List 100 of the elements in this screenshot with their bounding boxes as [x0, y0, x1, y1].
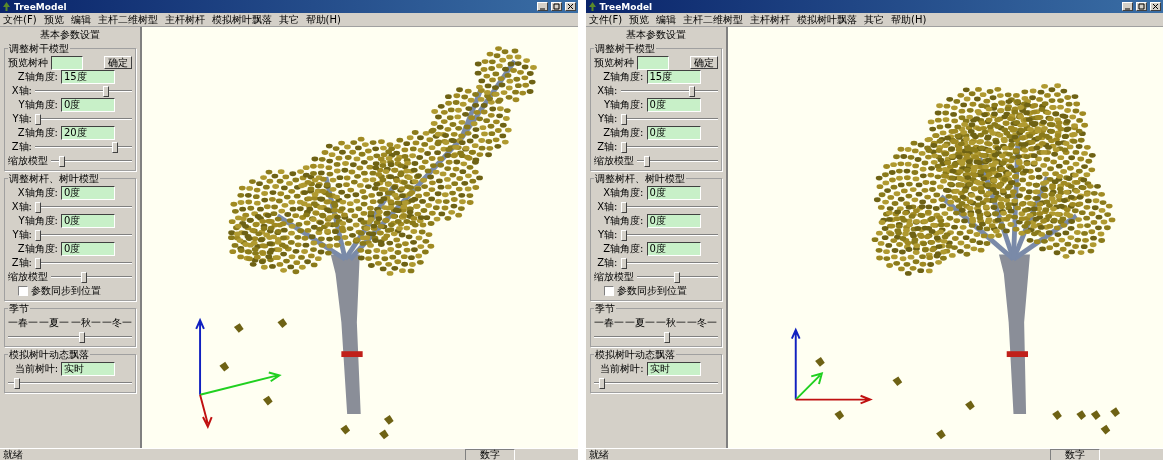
menu-item[interactable]: 主杆树杆	[750, 13, 791, 26]
slider-thumb[interactable]	[35, 201, 41, 213]
menu-item[interactable]: 模拟树叶飘落	[211, 13, 272, 26]
group-title: 季节	[593, 303, 616, 315]
group-title: 模拟树叶动态飘落	[8, 349, 90, 361]
slider-thumb[interactable]	[664, 331, 671, 343]
menu-item[interactable]: 主杆二维树型	[683, 13, 744, 26]
close-button[interactable]	[564, 2, 576, 11]
slider-thumb[interactable]	[620, 257, 627, 269]
slider-track[interactable]	[35, 229, 132, 240]
slider-thumb[interactable]	[35, 229, 41, 241]
slider-thumb[interactable]	[599, 377, 606, 389]
maximize-button[interactable]	[1136, 2, 1147, 11]
input-field[interactable]	[51, 55, 83, 70]
slider-thumb[interactable]	[35, 257, 41, 269]
panel-heading: 基本参数设置	[624, 29, 687, 41]
status-text: 就绪	[3, 449, 24, 460]
slider-label: Y轴:	[597, 228, 618, 241]
group-title: 调整树干模型	[8, 43, 70, 55]
slider-thumb[interactable]	[688, 85, 695, 97]
input-field[interactable]: 0度	[646, 213, 701, 228]
close-button[interactable]	[1150, 2, 1161, 11]
slider-track[interactable]	[593, 331, 718, 342]
slider-track[interactable]	[8, 377, 132, 388]
input-field[interactable]: 0度	[61, 185, 115, 200]
slider-thumb[interactable]	[13, 377, 20, 389]
slider-track[interactable]	[620, 257, 718, 268]
menu-item[interactable]: 预览	[629, 13, 650, 26]
checkbox[interactable]	[603, 285, 614, 296]
minimize-button[interactable]	[1122, 2, 1133, 11]
slider-track[interactable]	[620, 141, 718, 152]
input-field[interactable]: 实时	[61, 361, 115, 376]
maximize-button[interactable]	[550, 2, 562, 11]
slider-thumb[interactable]	[620, 113, 627, 125]
slider-thumb[interactable]	[644, 155, 650, 167]
checkbox[interactable]	[18, 285, 28, 296]
menu-item[interactable]: 帮助(H)	[305, 13, 341, 26]
field-label: Z轴角度:	[16, 70, 58, 83]
slider-track[interactable]	[636, 155, 718, 166]
slider-label: Z轴:	[10, 256, 32, 269]
input-field[interactable]: 15度	[61, 69, 115, 84]
close-icon	[1151, 2, 1160, 11]
slider-track[interactable]	[35, 257, 132, 268]
input-field[interactable]: 0度	[646, 241, 701, 256]
slider-track[interactable]	[51, 155, 132, 166]
menu-item[interactable]: 其它	[278, 13, 299, 26]
menu-item[interactable]: 预览	[43, 13, 64, 26]
slider-track[interactable]	[35, 141, 132, 152]
menu-item[interactable]: 模拟树叶飘落	[797, 13, 858, 26]
slider-label: X轴:	[596, 84, 618, 97]
slider-thumb[interactable]	[103, 85, 110, 97]
menu-item[interactable]: 其它	[864, 13, 885, 26]
menu-item[interactable]: 帮助(H)	[891, 13, 927, 26]
input-field[interactable]: 0度	[646, 125, 701, 140]
slider-thumb[interactable]	[78, 331, 85, 343]
slider-thumb[interactable]	[620, 201, 627, 213]
minimize-button[interactable]	[536, 2, 548, 11]
input-field[interactable]: 0度	[646, 185, 701, 200]
slider-track[interactable]	[636, 271, 718, 282]
slider-thumb[interactable]	[58, 155, 65, 167]
slider-thumb[interactable]	[620, 141, 627, 153]
slider-thumb[interactable]	[620, 229, 627, 241]
close-icon	[565, 2, 575, 11]
slider-track[interactable]	[620, 85, 718, 96]
confirm-button[interactable]: 确定	[104, 56, 132, 69]
tick-label: 一冬一	[687, 316, 718, 329]
field-label: 当前树叶:	[13, 362, 58, 375]
input-field[interactable]: 0度	[61, 213, 115, 228]
confirm-button[interactable]: 确定	[689, 56, 718, 69]
slider-thumb[interactable]	[674, 271, 680, 283]
menu-item[interactable]: 文件(F)	[3, 13, 37, 26]
input-field[interactable]: 实时	[646, 361, 701, 376]
slider-label: X轴:	[596, 200, 618, 213]
slider-track[interactable]	[593, 377, 718, 388]
input-field[interactable]: 15度	[646, 69, 701, 84]
input-field[interactable]: 0度	[61, 97, 115, 112]
menu-item[interactable]: 主杆二维树型	[97, 13, 158, 26]
slider-thumb[interactable]	[112, 141, 119, 153]
input-field[interactable]: 20度	[61, 125, 115, 140]
input-field[interactable]: 0度	[61, 241, 115, 256]
slider-thumb[interactable]	[81, 271, 87, 283]
slider-track[interactable]	[8, 331, 132, 342]
window-title: TreeModel	[599, 1, 654, 12]
field-label: Y轴角度:	[17, 214, 58, 227]
menu-item[interactable]: 主杆树杆	[164, 13, 205, 26]
slider-thumb[interactable]	[35, 113, 41, 125]
slider-label: Y轴:	[11, 112, 32, 125]
menu-item[interactable]: 文件(F)	[588, 13, 623, 26]
menu-item[interactable]: 编辑	[70, 13, 91, 26]
slider-track[interactable]	[620, 229, 718, 240]
slider-label: Y轴:	[597, 112, 618, 125]
input-field[interactable]	[636, 55, 669, 70]
slider-track[interactable]	[51, 271, 132, 282]
slider-track[interactable]	[620, 113, 718, 124]
slider-track[interactable]	[35, 201, 132, 212]
input-field[interactable]: 0度	[646, 97, 701, 112]
slider-track[interactable]	[35, 85, 132, 96]
menu-item[interactable]: 编辑	[656, 13, 677, 26]
slider-track[interactable]	[620, 201, 718, 212]
slider-track[interactable]	[35, 113, 132, 124]
